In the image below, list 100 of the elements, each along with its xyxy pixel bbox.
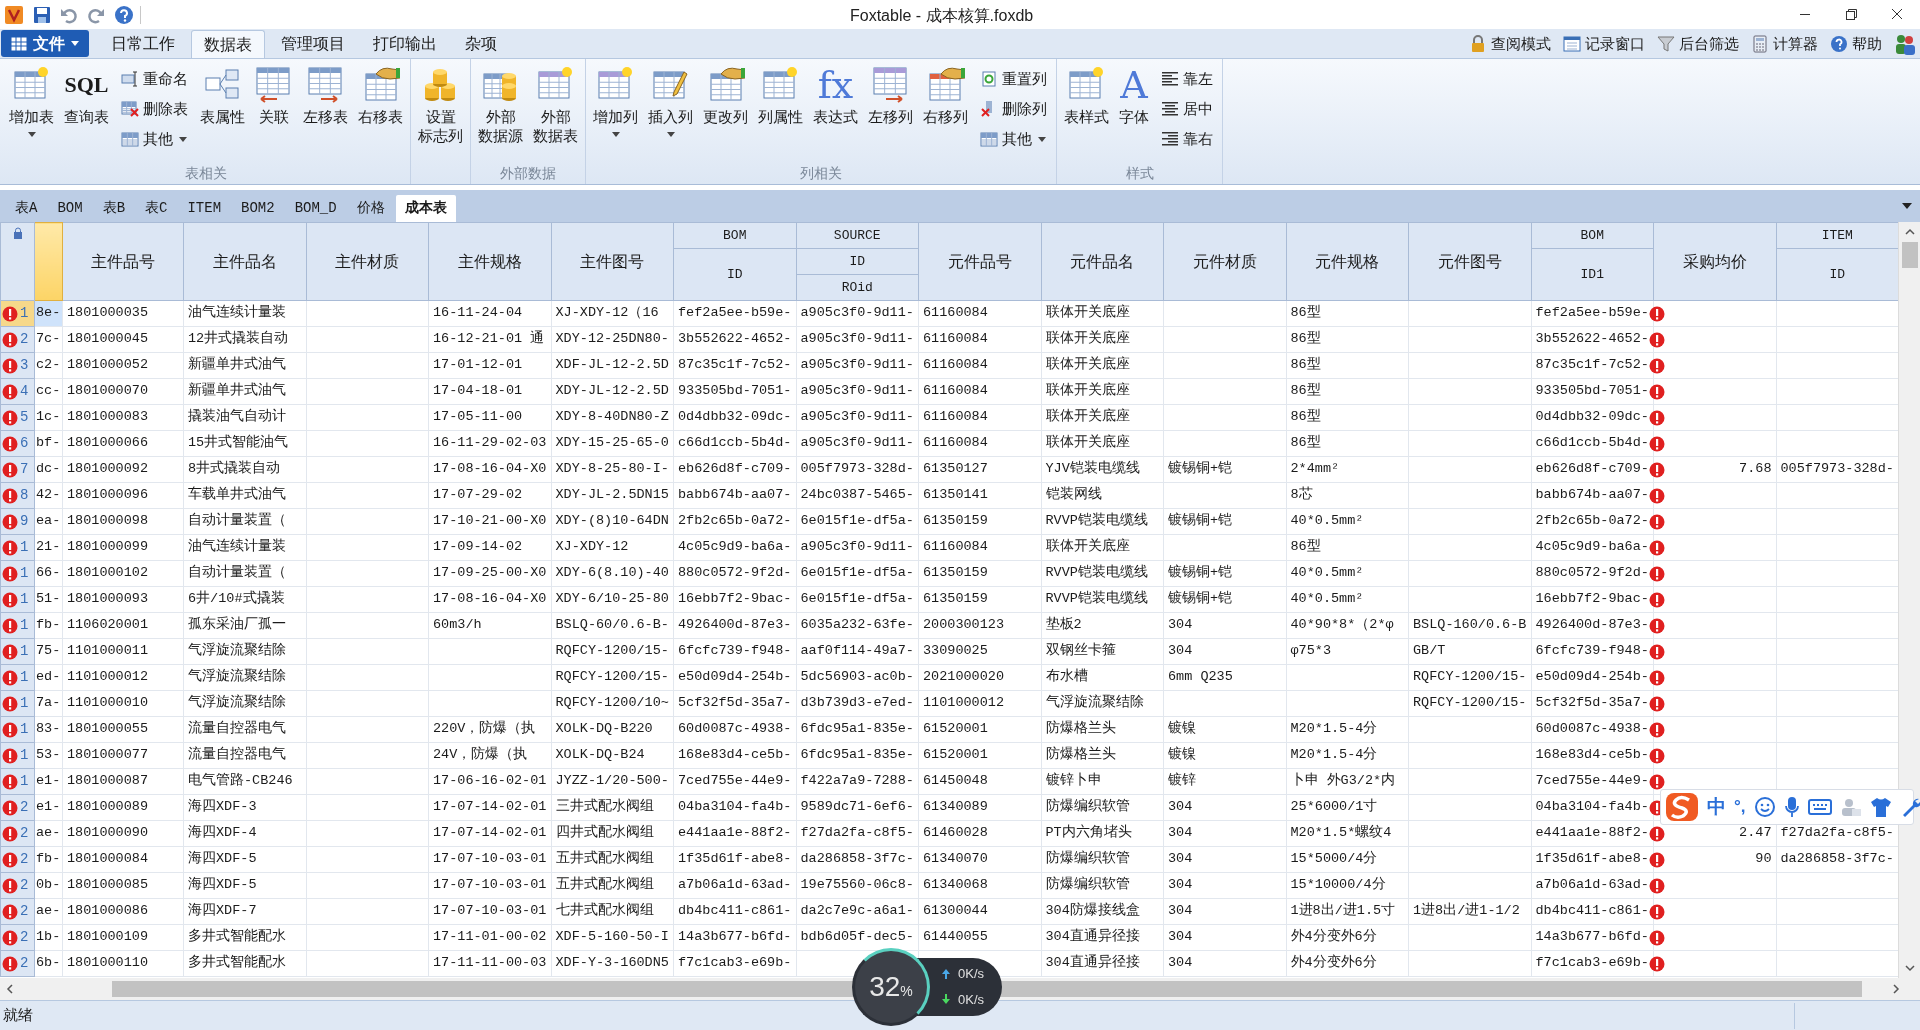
microphone-icon[interactable] [1783, 796, 1800, 818]
sheet-tab[interactable]: 表C [136, 195, 177, 222]
row-header[interactable]: 2 [0, 846, 35, 873]
ribbon-button[interactable]: 删除列 [978, 95, 1049, 123]
row-header[interactable]: 1 [0, 768, 35, 795]
ribbon-button[interactable]: SQL 查询表 [60, 65, 113, 126]
row-header[interactable]: 2 [0, 898, 35, 925]
row-header[interactable]: 1 [0, 742, 35, 769]
row-header[interactable]: 2 [0, 950, 35, 977]
ribbon-button[interactable]: 增加列 [589, 65, 642, 137]
toolbar-button[interactable]: 查阅模式 [1469, 32, 1551, 56]
ribbon-button[interactable]: 外部 数据源 [474, 65, 527, 145]
ribbon-tab[interactable]: 数据表 [191, 30, 265, 58]
sheet-tab[interactable]: 表A [6, 195, 47, 222]
sheet-tab[interactable]: BOM2 [232, 195, 284, 222]
column-header[interactable]: 元件图号 [1408, 222, 1531, 301]
row-header[interactable]: 2 [0, 872, 35, 899]
row-header[interactable]: 2 [0, 924, 35, 951]
column-group-header[interactable]: ITEM [1776, 222, 1898, 249]
toolbar-button[interactable]: 记录窗口 [1563, 32, 1645, 56]
scrollbar-thumb[interactable] [1901, 242, 1918, 268]
ribbon-tab[interactable]: 打印输出 [361, 30, 449, 58]
punctuation-toggle[interactable]: °, [1734, 794, 1746, 820]
dropdown-icon[interactable] [1902, 203, 1912, 209]
row-header[interactable]: 1 [0, 716, 35, 743]
ribbon-button[interactable]: 删除表 [119, 95, 190, 123]
row-header[interactable]: 2 [0, 820, 35, 847]
row-header[interactable]: 1 [0, 560, 35, 587]
ribbon-button[interactable]: 居中 [1159, 95, 1215, 123]
ribbon-button[interactable]: 列属性 [754, 65, 807, 126]
ribbon-tab[interactable]: 日常工作 [99, 30, 187, 58]
column-header[interactable]: 采购均价 [1653, 222, 1776, 301]
row-header[interactable]: 1 [0, 690, 35, 717]
shirt-icon[interactable] [1869, 796, 1892, 818]
ribbon-button[interactable]: 左移列 [864, 65, 917, 126]
input-mode-toggle[interactable]: 中 [1707, 792, 1726, 822]
row-header[interactable]: 1 [0, 664, 35, 691]
ribbon-button[interactable]: 表样式 [1060, 65, 1113, 126]
column-header[interactable]: ID [673, 248, 796, 301]
column-header[interactable]: 主件品号 [62, 222, 184, 301]
ribbon-button[interactable]: 设置 标志列 [414, 65, 467, 145]
lock-icon[interactable] [12, 227, 23, 239]
column-header[interactable]: ID1 [1531, 248, 1654, 301]
sheet-tab[interactable]: 价格 [347, 195, 394, 222]
sheet-tab[interactable]: 成本表 [395, 195, 456, 222]
vertical-scrollbar[interactable] [1898, 222, 1920, 978]
toolbar-button[interactable]: 计算器 [1751, 32, 1818, 56]
column-header[interactable]: 元件材质 [1163, 222, 1286, 301]
row-header[interactable]: 1 [0, 300, 35, 327]
ribbon-button[interactable]: 外部 数据表 [529, 65, 582, 145]
row-header[interactable]: 1 [0, 638, 35, 665]
column-header[interactable]: 元件规格 [1286, 222, 1409, 301]
sheet-tab[interactable]: BOM [48, 195, 92, 222]
row-header[interactable]: 7 [0, 456, 35, 483]
column-header[interactable]: 主件图号 [551, 222, 674, 301]
column-header[interactable]: ID [796, 248, 919, 275]
ime-logo-icon[interactable] [1665, 791, 1699, 823]
app-icon[interactable] [4, 4, 24, 25]
row-header[interactable]: 2 [0, 326, 35, 353]
column-group-header[interactable]: BOM [1531, 222, 1654, 249]
column-group-header[interactable]: BOM [673, 222, 796, 249]
ribbon-button[interactable]: 右移表 [354, 65, 407, 126]
ribbon-tab[interactable]: 管理项目 [269, 30, 357, 58]
sheet-tab[interactable]: 表B [93, 195, 135, 222]
users-icon[interactable] [1894, 33, 1916, 55]
sheet-tab[interactable]: BOM_D [285, 195, 346, 222]
row-header[interactable]: 1 [0, 586, 35, 613]
ribbon-button[interactable]: 更改列 [699, 65, 752, 126]
help-icon[interactable] [114, 4, 134, 25]
column-header[interactable]: ROid [796, 274, 919, 301]
save-icon[interactable] [33, 5, 51, 24]
row-header[interactable]: 1 [0, 534, 35, 561]
column-header[interactable]: 主件材质 [306, 222, 429, 301]
ribbon-button[interactable]: A 字体 [1115, 65, 1153, 126]
ribbon-button[interactable]: 其他 [978, 125, 1049, 153]
column-header[interactable]: 元件品号 [918, 222, 1041, 301]
toolbar-button[interactable]: 帮助 [1830, 32, 1882, 56]
ribbon-button[interactable]: 左移表 [299, 65, 352, 126]
column-header[interactable]: 主件品名 [183, 222, 306, 301]
keyboard-icon[interactable] [1807, 798, 1832, 816]
row-header[interactable]: 3 [0, 352, 35, 379]
ribbon-button[interactable]: 增加表 [5, 65, 58, 137]
ribbon-button[interactable]: 其他 [119, 125, 190, 153]
row-header[interactable]: 2 [0, 794, 35, 821]
column-header[interactable]: ID [1776, 248, 1898, 301]
row-header[interactable]: 8 [0, 482, 35, 509]
row-header[interactable]: 6 [0, 430, 35, 457]
ribbon-button[interactable]: 靠左 [1159, 65, 1215, 93]
row-header[interactable]: 1 [0, 612, 35, 639]
ribbon-button[interactable]: 右移列 [919, 65, 972, 126]
column-header[interactable]: 元件品名 [1041, 222, 1164, 301]
ribbon-button[interactable]: 重命名 [119, 65, 190, 93]
row-header[interactable]: 5 [0, 404, 35, 431]
ribbon-button[interactable]: 表属性 [196, 65, 249, 126]
ribbon-button[interactable]: 插入列 [644, 65, 697, 137]
sheet-tab[interactable]: ITEM [178, 195, 231, 222]
ribbon-button[interactable]: 重置列 [978, 65, 1049, 93]
row-header[interactable]: 4 [0, 378, 35, 405]
row-header[interactable]: 9 [0, 508, 35, 535]
column-header[interactable]: 主件规格 [428, 222, 551, 301]
